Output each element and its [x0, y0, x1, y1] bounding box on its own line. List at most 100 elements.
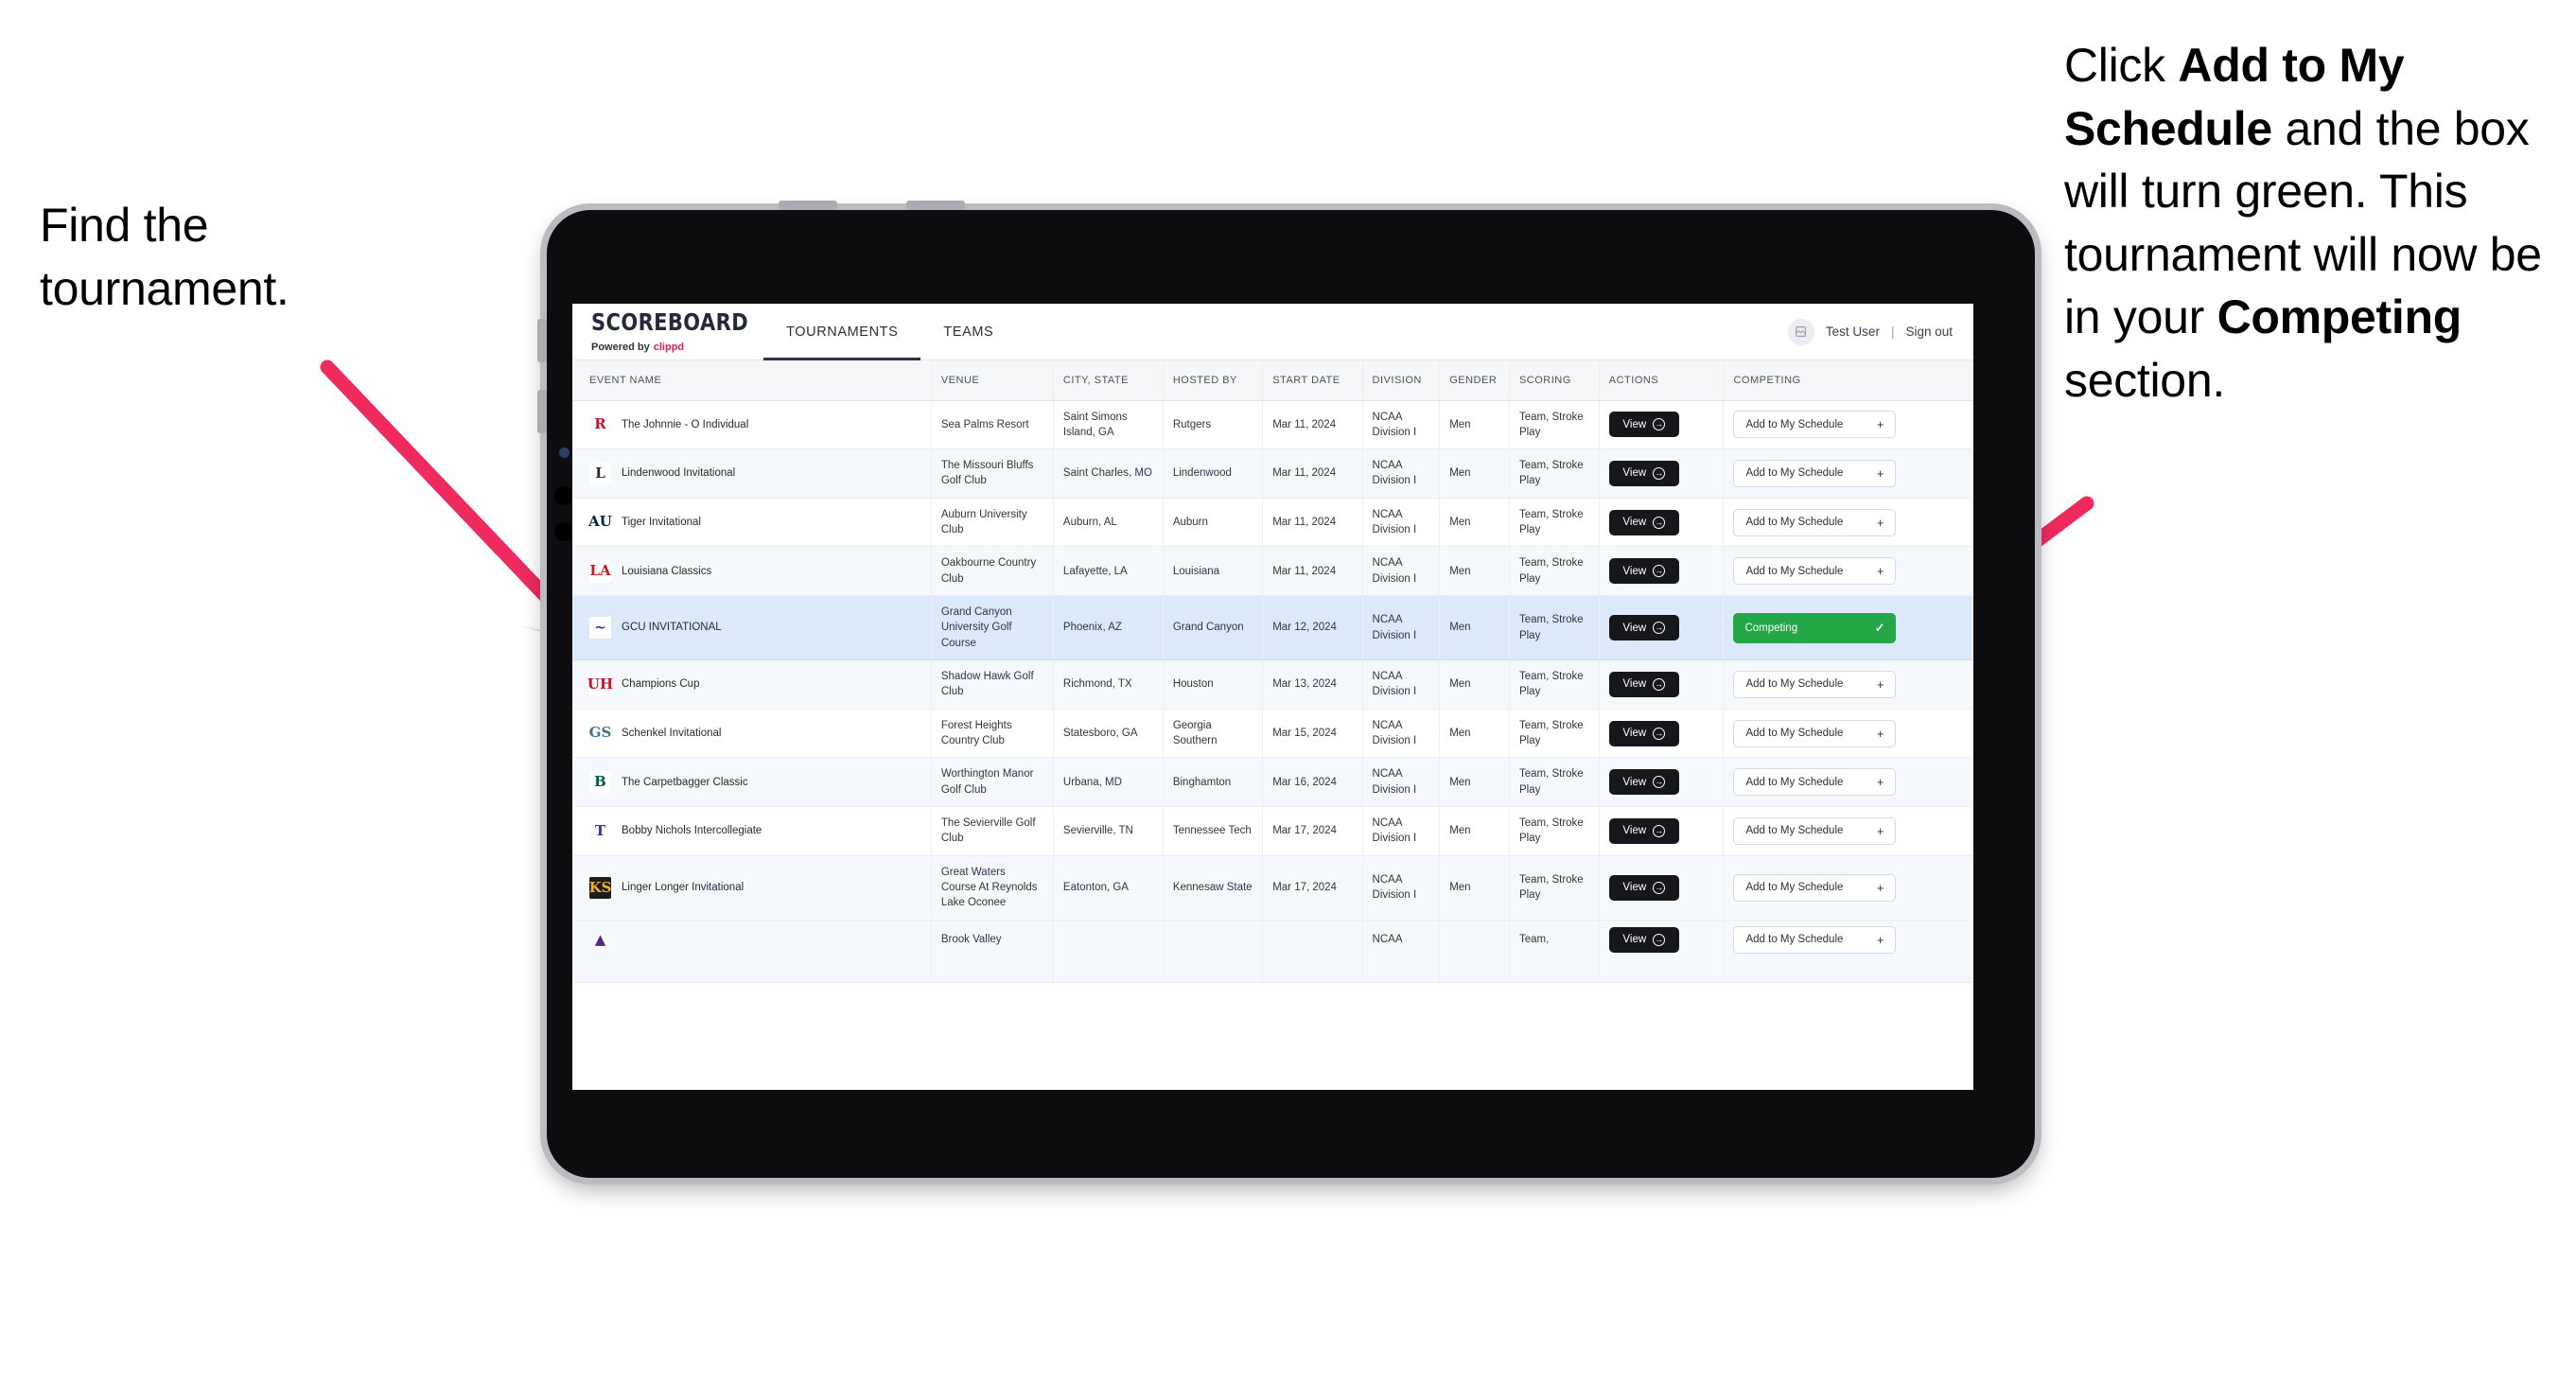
table-row[interactable]: R The Johnnie - O Individual Sea Palms Res… — [572, 400, 1973, 450]
event-name-label: The Johnnie - O Individual — [622, 418, 749, 430]
side-button-1[interactable] — [537, 319, 547, 362]
add-to-my-schedule-button[interactable]: Add to My Schedule + — [1733, 816, 1897, 845]
view-button[interactable]: View → — [1608, 926, 1679, 953]
view-button[interactable]: View → — [1608, 817, 1679, 844]
cell-start-date: Mar 17, 2024 — [1262, 806, 1363, 856]
cell-gender: Men — [1439, 546, 1510, 597]
table-row[interactable]: B The Carpetbagger Classic Worthington Man… — [572, 757, 1973, 808]
team-logo-icon: B — [589, 771, 611, 794]
view-button[interactable]: View → — [1608, 874, 1679, 901]
team-logo-icon: T — [589, 819, 611, 842]
app-logo[interactable]: SCOREBOARD Powered by clippd — [572, 304, 763, 360]
cell-city-state: Statesboro, GA — [1053, 709, 1164, 759]
user-name[interactable]: Test User — [1826, 325, 1880, 339]
add-to-my-schedule-button[interactable]: Add to My Schedule + — [1733, 557, 1897, 586]
arrow-right-circle-icon: → — [1653, 516, 1666, 529]
cell-competing: Add to My Schedule + — [1723, 920, 1973, 983]
col-actions: ACTIONS — [1599, 360, 1725, 401]
cell-scoring: Team, Stroke Play — [1509, 498, 1600, 548]
view-button[interactable]: View → — [1608, 769, 1679, 796]
sign-out-link[interactable]: Sign out — [1905, 325, 1953, 339]
app-header: SCOREBOARD Powered by clippd TOURNAMENTS… — [572, 304, 1973, 360]
cell-actions: View → — [1599, 400, 1725, 450]
cell-competing: Competing ✓ — [1723, 595, 1973, 661]
side-button-2[interactable] — [537, 390, 547, 433]
app-screen: SCOREBOARD Powered by clippd TOURNAMENTS… — [572, 304, 1973, 1090]
user-avatar-icon[interactable] — [1787, 318, 1814, 345]
view-button-label: View — [1622, 825, 1647, 837]
add-to-my-schedule-button[interactable]: Add to My Schedule + — [1733, 508, 1897, 536]
tab-teams[interactable]: TEAMS — [920, 304, 1016, 360]
table-row[interactable]: GS Schenkel Invitational Forest Heights Co… — [572, 709, 1973, 759]
volume-up-button[interactable] — [779, 201, 837, 210]
add-to-my-schedule-button[interactable]: Add to My Schedule + — [1733, 719, 1897, 747]
table-row[interactable]: ~ GCU INVITATIONAL Grand Canyon University… — [572, 595, 1973, 661]
event-name-label: Bobby Nichols Intercollegiate — [622, 825, 762, 837]
table-row[interactable]: T Bobby Nichols Intercollegiate The Sevier… — [572, 806, 1973, 856]
team-logo-icon: R — [589, 413, 611, 436]
add-to-my-schedule-button[interactable]: Add to My Schedule + — [1733, 670, 1897, 698]
tablet-device: SCOREBOARD Powered by clippd TOURNAMENTS… — [537, 201, 2035, 1178]
volume-down-button[interactable] — [906, 201, 965, 210]
cell-city-state: Eatonton, GA — [1053, 855, 1164, 921]
cell-division: NCAA Division I — [1362, 855, 1441, 921]
add-to-my-schedule-button[interactable]: Add to My Schedule + — [1733, 768, 1897, 797]
cell-hosted-by: Kennesaw State — [1163, 855, 1264, 921]
view-button[interactable]: View → — [1608, 671, 1679, 697]
view-button[interactable]: View → — [1608, 558, 1679, 585]
table-row[interactable]: KS Linger Longer Invitational Great Waters… — [572, 855, 1973, 921]
add-to-my-schedule-button[interactable]: Add to My Schedule + — [1733, 411, 1897, 439]
cell-event-name: ~ GCU INVITATIONAL — [572, 595, 932, 661]
add-to-my-schedule-button[interactable]: Add to My Schedule + — [1733, 925, 1897, 954]
table-row-clipped[interactable]: ▲ Brook Valley NCAA Team, View → Add to My Sch… — [572, 920, 1973, 983]
add-to-my-schedule-label: Add to My Schedule — [1745, 934, 1844, 946]
table-header-row: EVENT NAME VENUE CITY, STATE HOSTED BY S… — [572, 360, 1973, 401]
cell-hosted-by: Louisiana — [1163, 546, 1264, 597]
cell-gender: Men — [1439, 595, 1510, 661]
cell-start-date: Mar 15, 2024 — [1262, 709, 1363, 759]
cell-competing: Add to My Schedule + — [1723, 855, 1973, 921]
cell-venue: Brook Valley — [931, 920, 1054, 983]
cell-gender: Men — [1439, 855, 1510, 921]
col-gender: GENDER — [1439, 360, 1510, 401]
cell-actions: View → — [1599, 855, 1725, 921]
cell-scoring: Team, Stroke Play — [1509, 448, 1600, 499]
tab-tournaments[interactable]: TOURNAMENTS — [763, 304, 921, 360]
cell-event-name: GS Schenkel Invitational — [572, 709, 932, 759]
cell-division: NCAA — [1362, 920, 1441, 983]
view-button[interactable]: View → — [1608, 615, 1679, 641]
competing-badge-button[interactable]: Competing ✓ — [1733, 612, 1897, 643]
plus-icon: + — [1876, 465, 1884, 481]
view-button[interactable]: View → — [1608, 509, 1679, 535]
tournaments-table-scroll[interactable]: EVENT NAME VENUE CITY, STATE HOSTED BY S… — [572, 360, 1973, 1090]
cell-actions: View → — [1599, 806, 1725, 856]
add-to-my-schedule-button[interactable]: Add to My Schedule + — [1733, 459, 1897, 487]
team-logo-icon: ▲ — [594, 930, 606, 948]
view-button[interactable]: View → — [1608, 720, 1679, 746]
cell-event-name: KS Linger Longer Invitational — [572, 855, 932, 921]
table-row[interactable]: LA Louisiana Classics Oakbourne Country Cl… — [572, 546, 1973, 597]
cell-scoring: Team, Stroke Play — [1509, 709, 1600, 759]
logo-tagline: Powered by clippd — [591, 342, 748, 353]
cell-venue: The Sevierville Golf Club — [931, 806, 1054, 856]
team-logo-icon: GS — [589, 722, 611, 745]
cell-city-state: Saint Charles, MO — [1053, 448, 1164, 499]
logo-brand-clippd: clippd — [653, 341, 685, 353]
table-row[interactable]: AU Tiger Invitational Auburn University Cl… — [572, 498, 1973, 548]
cell-gender — [1439, 920, 1510, 983]
table-row[interactable]: UH Champions Cup Shadow Hawk Golf Club Rich… — [572, 659, 1973, 710]
view-button[interactable]: View → — [1608, 460, 1679, 486]
annotation-left-line1: Find the — [40, 199, 209, 252]
annotation-right-pre: Click — [2064, 39, 2179, 92]
col-hosted-by: HOSTED BY — [1163, 360, 1264, 401]
add-to-my-schedule-label: Add to My Schedule — [1745, 565, 1844, 577]
cell-competing: Add to My Schedule + — [1723, 546, 1973, 597]
table-row[interactable]: L Lindenwood Invitational The Missouri Blu… — [572, 448, 1973, 499]
cell-competing: Add to My Schedule + — [1723, 400, 1973, 450]
cell-venue: The Missouri Bluffs Golf Club — [931, 448, 1054, 499]
view-button-label: View — [1622, 678, 1647, 691]
team-logo-icon: ~ — [589, 617, 611, 640]
view-button[interactable]: View → — [1608, 412, 1679, 438]
arrow-right-circle-icon: → — [1653, 418, 1666, 431]
add-to-my-schedule-button[interactable]: Add to My Schedule + — [1733, 873, 1897, 902]
